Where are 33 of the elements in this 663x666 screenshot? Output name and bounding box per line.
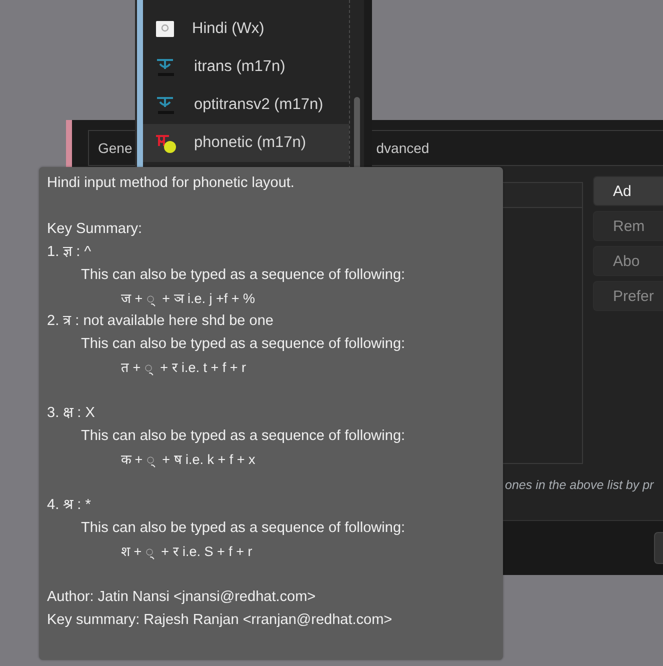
tooltip-line: This can also be typed as a sequence of following: (80, 266, 406, 285)
tooltip-line: क + ् + ष i.e. k + f + x (120, 451, 256, 470)
item-label: phonetic (m17n) (194, 134, 306, 152)
item-label: optitransv2 (m17n) (194, 96, 324, 114)
tooltip-line: Key summary: Rajesh Ranjan <rranjan@redhat.com> (47, 611, 394, 630)
tooltip-line: त + ् + र i.e. t + f + r (120, 359, 248, 378)
tooltip-line: 2. त्र : not available here shd be one (47, 312, 274, 331)
tooltip-line: Key Summary: (47, 220, 144, 239)
side-button[interactable]: Ad (593, 176, 663, 206)
tooltip-line: 3. क्ष : X (47, 404, 96, 423)
list-item[interactable]: itrans (m17n) (143, 48, 349, 86)
item-label: Hindi (Wx) (192, 20, 264, 38)
list-item[interactable]: Hindi (Wx) (143, 10, 349, 48)
tooltip-line: Hindi input method for phonetic layout. (47, 174, 296, 193)
tooltip-line: 4. श्र : * (47, 496, 92, 515)
item-label: itrans (m17n) (194, 58, 286, 76)
list-item[interactable]: optitransv2 (m17n) (143, 86, 349, 124)
tooltip-line: This can also be typed as a sequence of following: (80, 427, 406, 446)
tooltip-line: ज + ् + ञ i.e. j +f + % (120, 290, 256, 308)
hint-text: ones in the above list by pr (504, 478, 655, 492)
keyboard-layout-icon (155, 132, 177, 154)
tab[interactable]: dvanced (376, 140, 430, 156)
keyboard-layout-icon (155, 94, 177, 116)
list-item[interactable]: phonetic (m17n) (143, 124, 349, 162)
tooltip-line: This can also be typed as a sequence of following: (80, 335, 406, 354)
tooltip-line: Author: Jatin Nansi <jnansi@redhat.com> (47, 588, 317, 607)
tooltip-line: This can also be typed as a sequence of following: (80, 519, 406, 538)
keyboard-layout-icon (155, 56, 177, 78)
tab[interactable]: Gene (98, 140, 132, 156)
tooltip-line: 1. ज्ञ : ^ (47, 243, 92, 262)
tooltip-line: श + ् + र i.e. S + f + r (120, 543, 254, 562)
dialog-button[interactable] (654, 532, 663, 564)
keyboard-layout-icon (155, 19, 175, 39)
